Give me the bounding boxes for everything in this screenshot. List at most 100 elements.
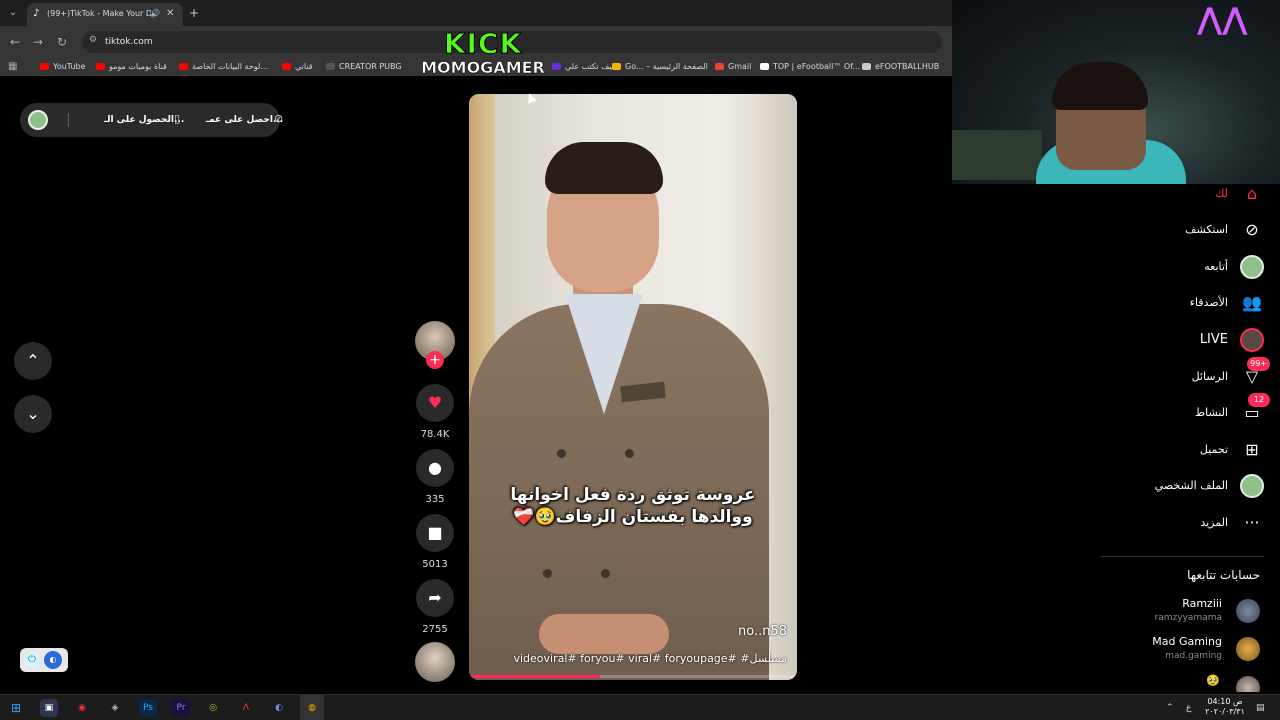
- get-app-banner: الحصول على الـ... ▯ احصل على عمـ... ⊘: [20, 103, 284, 137]
- suit-button: [557, 449, 566, 458]
- video-player[interactable]: عروسة توثق ردة فعل اخوانها ووالدها بفستا…: [469, 94, 797, 680]
- notifications-icon[interactable]: ▤: [1256, 701, 1265, 715]
- extension-toggle[interactable]: ⏻ ◐: [20, 648, 68, 672]
- video-caption-line2: ووالدها بفستان الزفاف🥹❤️‍🩹: [513, 507, 753, 527]
- suit-button: [601, 569, 610, 578]
- chevron-down-icon: ⌄: [26, 404, 40, 423]
- tiktok-favicon-icon: ♪: [33, 8, 40, 19]
- app-icon[interactable]: ◈: [106, 699, 124, 717]
- sidebar-item-activity[interactable]: النشاط ▭ 12: [1104, 393, 1270, 425]
- obs-icon[interactable]: ◉: [73, 699, 91, 717]
- tab-title: (99+)TikTok - Make Your Da: [47, 9, 151, 18]
- tab-search-chevron-icon[interactable]: ⌄: [5, 5, 21, 21]
- video-progress-bar[interactable]: [469, 675, 797, 678]
- webcam-person-hair: [1052, 62, 1148, 110]
- sidebar-label: النشاط: [1194, 406, 1228, 419]
- forward-icon[interactable]: →: [33, 34, 43, 50]
- sidebar-item-more[interactable]: المزيد ···: [1104, 511, 1264, 535]
- bookmark-my-channel[interactable]: قناتي: [282, 61, 313, 73]
- browser-tab-tiktok[interactable]: ♪ (99+)TikTok - Make Your Da 🔊 ✕: [27, 3, 183, 26]
- bookmark-momo-channel[interactable]: قناة يوميات مومو: [96, 61, 167, 73]
- user-avatar[interactable]: [28, 110, 48, 130]
- sidebar-item-profile[interactable]: الملف الشخصي: [1104, 474, 1264, 498]
- back-icon[interactable]: ←: [10, 34, 20, 50]
- bookmark-count: 5013: [422, 559, 448, 570]
- follow-plus-icon[interactable]: +: [426, 351, 444, 369]
- windows-start-icon[interactable]: ⊞: [7, 699, 25, 717]
- new-tab-button[interactable]: +: [189, 6, 199, 20]
- phone-icon: ▯: [174, 112, 181, 125]
- bookmark-google-home[interactable]: Go... – الصفحة الرئيسية: [612, 61, 708, 73]
- webcam-background-shelf: [952, 130, 1042, 180]
- premiere-icon[interactable]: Pr: [172, 699, 190, 717]
- webcam-overlay: ⋀⋀: [952, 0, 1280, 184]
- sidebar-item-for-you[interactable]: لك ⌂: [1104, 182, 1264, 206]
- keyboard-language[interactable]: ع: [1186, 701, 1191, 715]
- app-icon[interactable]: ▣: [40, 699, 58, 717]
- bookmark-icon[interactable]: ■: [416, 514, 454, 552]
- video-hashtags[interactable]: videoviral# foryou# viral# foryoupage# #…: [513, 652, 787, 665]
- share-action[interactable]: ➦ 2755: [415, 579, 455, 636]
- sidebar-item-friends[interactable]: الأصدقاء 👥: [1104, 291, 1264, 315]
- app-icon[interactable]: Λ: [237, 699, 255, 717]
- youtube-icon: [96, 63, 105, 70]
- bookmark-youtube[interactable]: YouTube: [40, 61, 86, 73]
- sidebar-item-following[interactable]: أتابعه: [1104, 255, 1264, 279]
- youtube-icon: [40, 63, 49, 70]
- account-handle: ramzyyamama: [1154, 613, 1222, 623]
- tray-chevron-icon[interactable]: ⌃: [1166, 701, 1174, 715]
- get-app-label[interactable]: الحصول على الـ...: [104, 113, 184, 127]
- music-disc-avatar[interactable]: [415, 642, 455, 682]
- bookmark-creator-pubg[interactable]: CREATOR PUBG: [326, 61, 402, 73]
- comment-icon[interactable]: ●: [416, 449, 454, 487]
- apps-grid-icon[interactable]: ▦: [8, 61, 17, 73]
- clock-time: 04:10 ص: [1207, 697, 1243, 706]
- audio-playing-icon[interactable]: 🔊: [150, 8, 160, 20]
- comment-action[interactable]: ● 335: [415, 449, 455, 506]
- followed-account-mad-gaming[interactable]: Mad Gaming mad.gaming: [1080, 635, 1260, 665]
- live-avatar-icon: [1240, 328, 1264, 352]
- chrome-icon[interactable]: ◍: [303, 699, 321, 717]
- discord-icon[interactable]: ◐: [270, 699, 288, 717]
- app-icon[interactable]: ◎: [204, 699, 222, 717]
- emoji-icon: 🥹: [1206, 674, 1220, 687]
- bookmark-efootballhub[interactable]: eFOOTBALLHUB: [862, 61, 939, 73]
- compass-icon: ⊘: [274, 112, 284, 125]
- extension-logo-icon: ◐: [44, 651, 62, 669]
- sidebar-item-messages[interactable]: الرسائل ▽ 99+: [1104, 357, 1270, 389]
- bookmark-gmail[interactable]: Gmail: [715, 61, 751, 73]
- followed-account-partial[interactable]: 🥹: [1080, 674, 1260, 692]
- heart-icon[interactable]: ♥: [416, 384, 454, 422]
- sidebar-item-live[interactable]: LIVE: [1104, 328, 1264, 352]
- kick-stream-overlay: KICK MOMOGAMER: [416, 29, 550, 82]
- account-handle: mad.gaming: [1165, 651, 1222, 661]
- get-coins-label[interactable]: احصل على عمـ...: [206, 113, 283, 127]
- bookmark-how-to-write[interactable]: كيف تكتب علي: [552, 61, 616, 73]
- bookmark-dashboard[interactable]: لوحة البيانات الخاصة...: [179, 61, 268, 73]
- like-action[interactable]: ♥ 78.4K: [415, 384, 455, 441]
- previous-video-button[interactable]: ⌃: [14, 342, 52, 380]
- reload-icon[interactable]: ↻: [57, 34, 67, 50]
- url-text[interactable]: tiktok.com: [105, 35, 153, 49]
- bookmark-action[interactable]: ■ 5013: [415, 514, 455, 571]
- bookmark-efootball-top[interactable]: TOP | eFootball™ Of...: [760, 61, 860, 73]
- system-clock[interactable]: 04:10 ص ٢٠٢٠/٠٣/٣١: [1200, 697, 1250, 717]
- sidebar-item-explore[interactable]: استكشف ⊘: [1104, 218, 1264, 242]
- share-count: 2755: [422, 624, 448, 635]
- suit-button: [543, 569, 552, 578]
- followed-account-ramziii[interactable]: Ramziii ramzyyamama: [1080, 597, 1260, 627]
- video-progress-fill: [469, 675, 601, 678]
- site-info-icon[interactable]: ⚙: [89, 35, 97, 45]
- send-icon: ▽ 99+: [1240, 357, 1270, 389]
- next-video-button[interactable]: ⌄: [14, 395, 52, 433]
- account-name: Mad Gaming: [1152, 635, 1222, 648]
- share-icon[interactable]: ➦: [416, 579, 454, 617]
- sidebar-item-upload[interactable]: تحميل ⊞: [1104, 438, 1264, 462]
- photoshop-icon[interactable]: Ps: [139, 699, 157, 717]
- sidebar-label: أتابعه: [1204, 260, 1228, 273]
- windows-taskbar: ⊞ ▣ ◉ ◈ Ps Pr ◎ Λ ◐ ◍ ⌃ ع 04:10 ص ٢٠٢٠/٠…: [0, 694, 1280, 720]
- tab-close-icon[interactable]: ✕: [166, 7, 174, 21]
- sidebar-label: المزيد: [1200, 516, 1228, 529]
- plus-square-icon: ⊞: [1245, 440, 1259, 459]
- following-avatar-icon: [1240, 255, 1264, 279]
